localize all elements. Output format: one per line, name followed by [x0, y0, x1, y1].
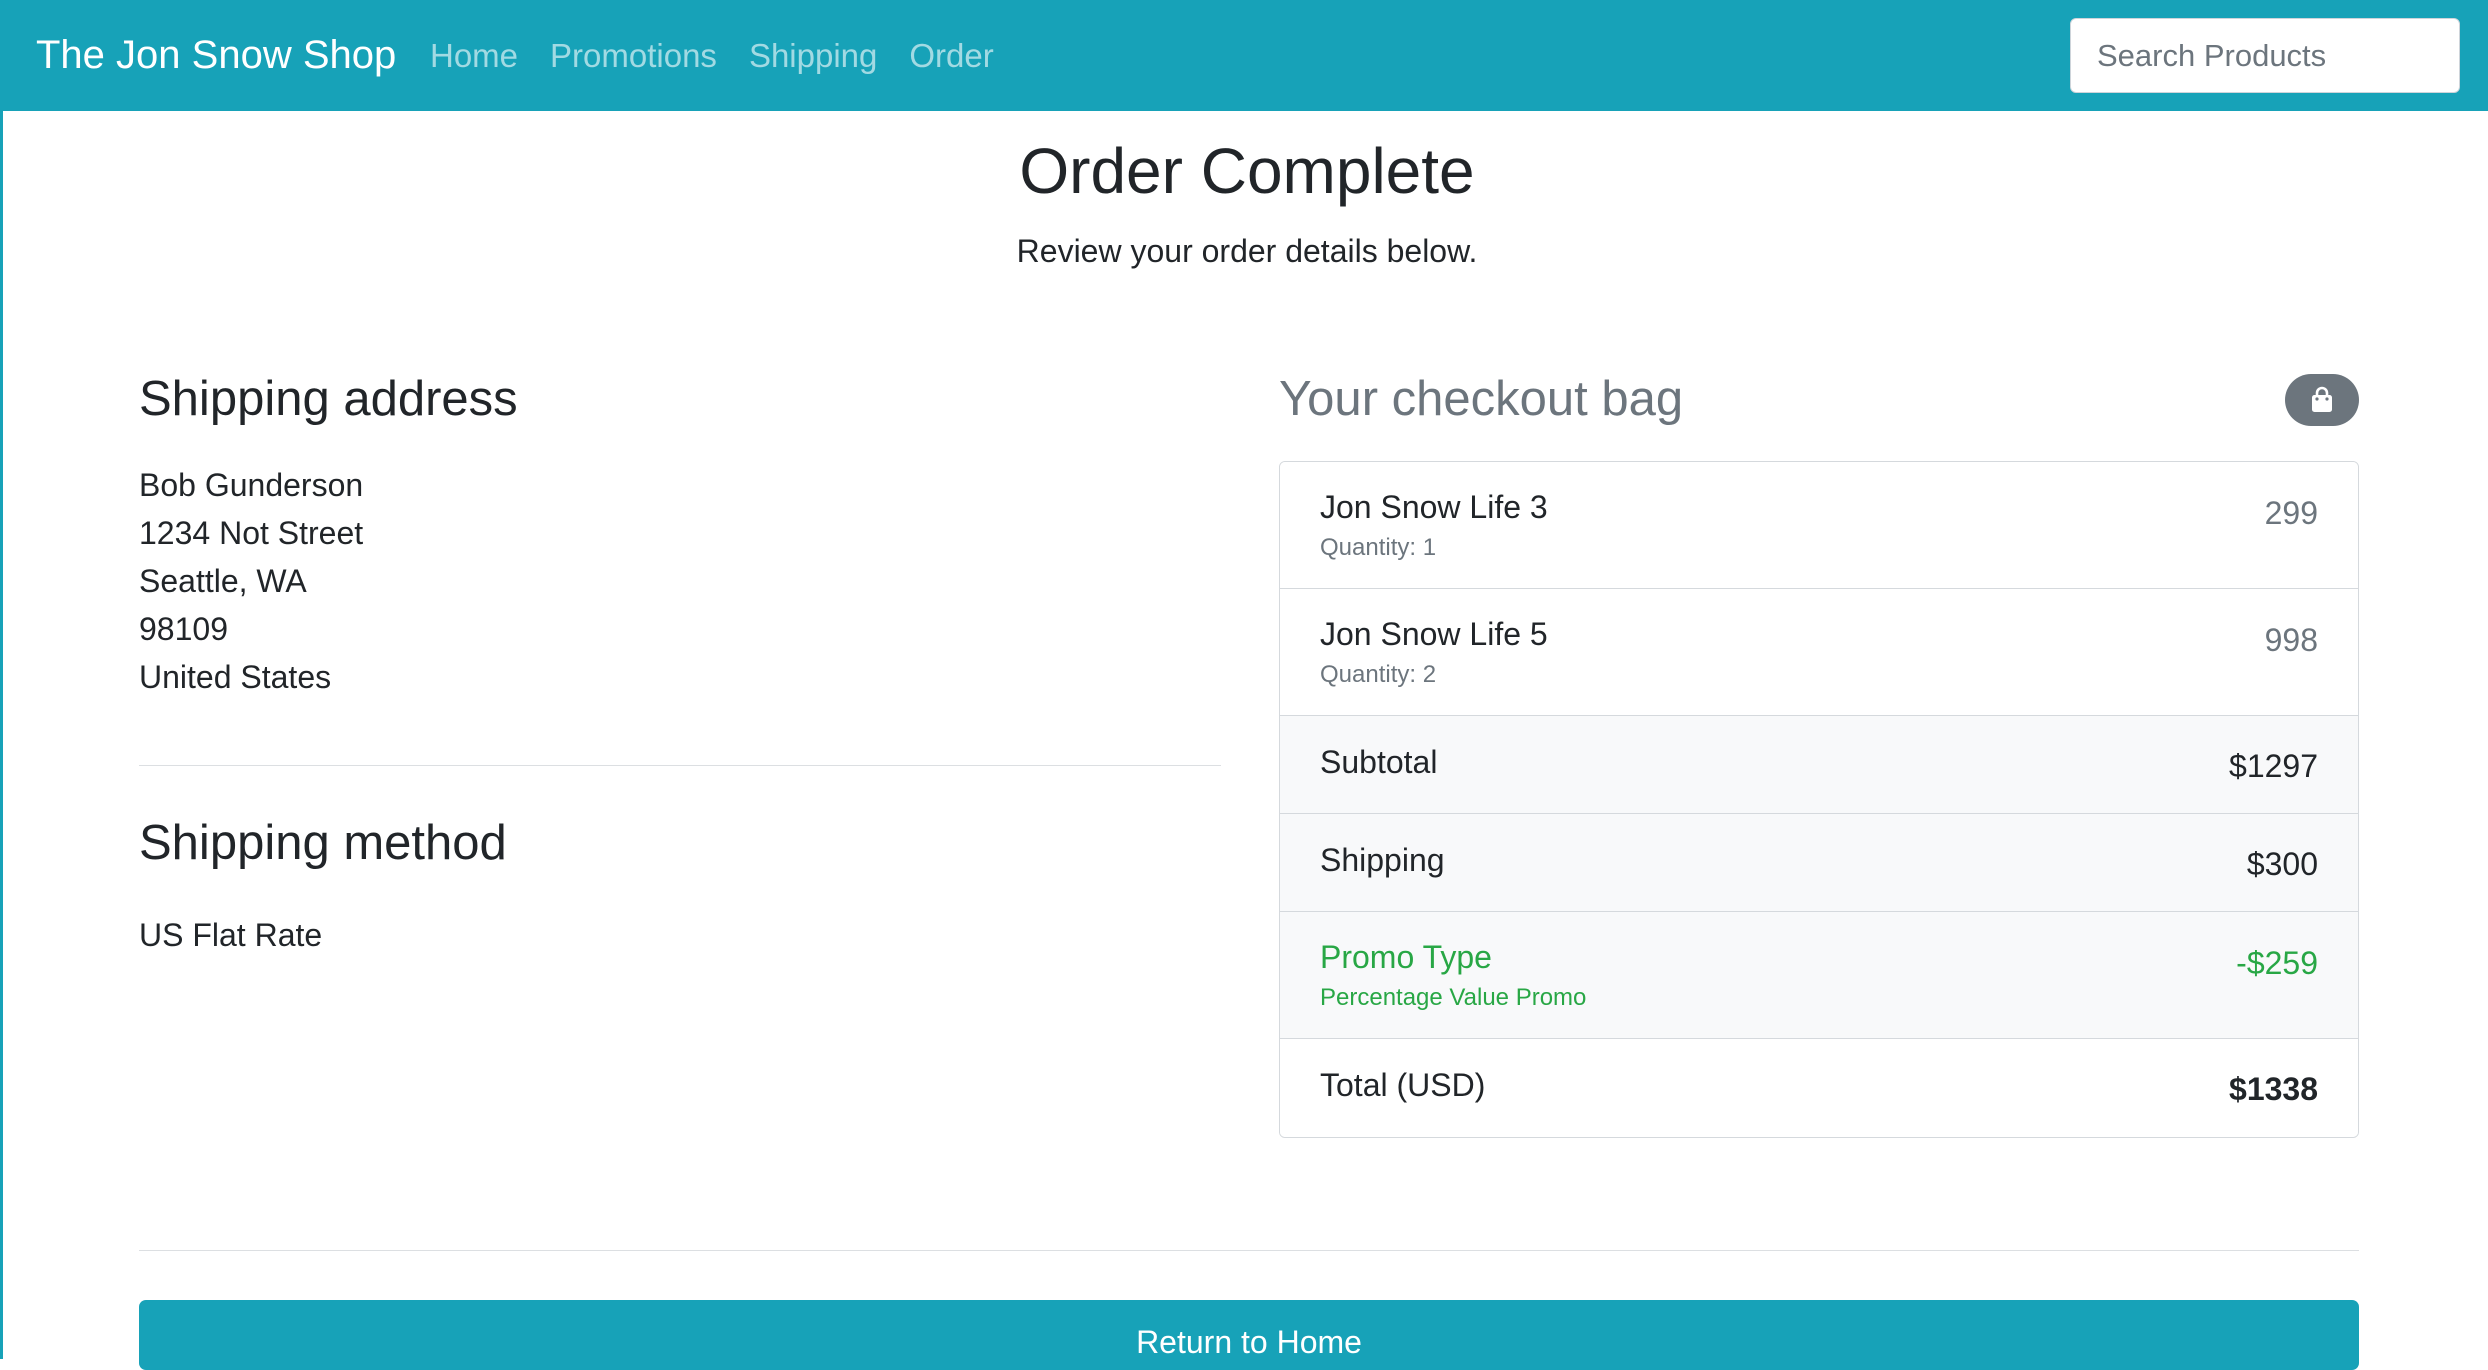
- checkout-bag-header: Your checkout bag: [1279, 370, 2359, 432]
- subtotal-row: Subtotal $1297: [1280, 716, 2358, 814]
- nav-link-promotions[interactable]: Promotions: [550, 36, 717, 76]
- promo-label: Promo Type: [1320, 939, 1492, 975]
- checkout-bag-section: Your checkout bag Jon Snow Life 3 Quanti…: [1279, 370, 2359, 1138]
- shipping-method-value: US Flat Rate: [139, 916, 323, 953]
- item-name: Jon Snow Life 5: [1320, 616, 1548, 652]
- address-street: 1234 Not Street: [139, 514, 364, 551]
- footer-divider: [139, 1250, 2359, 1251]
- shipping-address-section: Shipping address Bob Gunderson 1234 Not …: [139, 370, 1221, 701]
- promo-row: Promo Type Percentage Value Promo -$259: [1280, 912, 2358, 1039]
- search-input[interactable]: [2070, 18, 2460, 93]
- nav-link-home[interactable]: Home: [430, 36, 518, 76]
- shipping-method-section: Shipping method US Flat Rate: [139, 814, 1221, 959]
- page-lead: Review your order details below.: [1016, 233, 1478, 269]
- total-label: Total (USD): [1320, 1067, 1486, 1103]
- section-divider: [139, 765, 1221, 766]
- shipping-cost-value: $300: [2246, 846, 2318, 882]
- address-city-state: Seattle, WA: [139, 562, 307, 599]
- shipping-address-heading: Shipping address: [139, 372, 518, 426]
- brand-link[interactable]: The Jon Snow Shop: [36, 31, 396, 79]
- list-item: Jon Snow Life 5 Quantity: 2 998: [1280, 589, 2358, 716]
- address-name: Bob Gunderson: [139, 466, 364, 503]
- return-home-button[interactable]: Return to Home: [139, 1300, 2359, 1370]
- shipping-cost-row: Shipping $300: [1280, 814, 2358, 912]
- shipping-address: Bob Gunderson 1234 Not Street Seattle, W…: [139, 461, 1221, 701]
- navbar: The Jon Snow Shop Home Promotions Shippi…: [3, 0, 2488, 111]
- item-price: 299: [2264, 495, 2318, 531]
- address-country: United States: [139, 658, 332, 695]
- shipping-cost-label: Shipping: [1320, 842, 1445, 878]
- checkout-bag-title: Your checkout bag: [1279, 372, 1684, 426]
- address-zip: 98109: [139, 610, 228, 647]
- checkout-bag-list: Jon Snow Life 3 Quantity: 1 299 Jon Snow…: [1279, 461, 2359, 1138]
- nav-links: Home Promotions Shipping Order: [430, 36, 994, 76]
- shipping-method-heading: Shipping method: [139, 816, 507, 870]
- item-quantity: Quantity: 1: [1320, 534, 1437, 561]
- page-title: Order Complete: [1019, 135, 1475, 207]
- total-row: Total (USD) $1338: [1280, 1039, 2358, 1137]
- shopping-bag-icon: [2312, 386, 2332, 412]
- subtotal-value: $1297: [2229, 748, 2318, 784]
- total-value: $1338: [2229, 1071, 2318, 1107]
- list-item: Jon Snow Life 3 Quantity: 1 299: [1280, 462, 2358, 589]
- item-name: Jon Snow Life 3: [1320, 489, 1548, 525]
- item-quantity: Quantity: 2: [1320, 661, 1437, 688]
- bag-badge: [2285, 374, 2359, 426]
- promo-detail: Percentage Value Promo: [1320, 984, 1587, 1011]
- item-price: 998: [2264, 622, 2318, 658]
- nav-link-shipping[interactable]: Shipping: [749, 36, 877, 76]
- nav-link-order[interactable]: Order: [909, 36, 993, 76]
- subtotal-label: Subtotal: [1320, 744, 1438, 780]
- promo-value: -$259: [2236, 945, 2318, 981]
